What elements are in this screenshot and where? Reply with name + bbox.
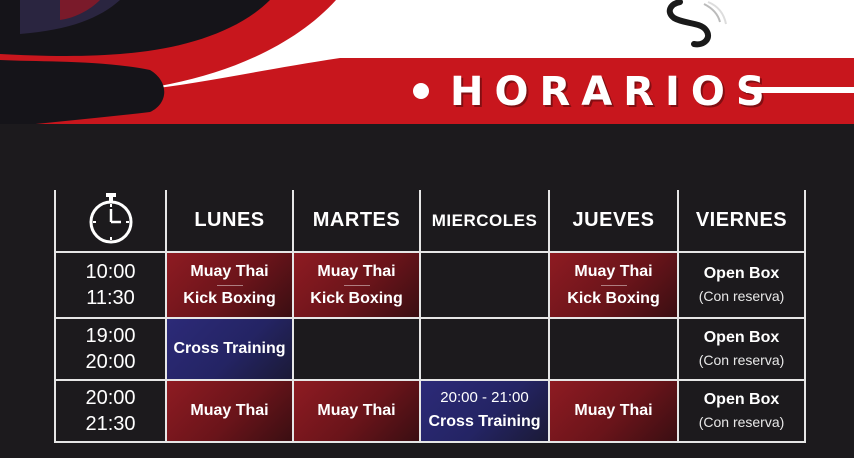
class-note: (Con reserva) bbox=[698, 288, 785, 304]
table-row: 10:00 11:30 Muay Thai Kick Boxing Muay T… bbox=[54, 251, 806, 319]
class-name: Open Box bbox=[703, 265, 780, 282]
class-cell-martes-3: Muay Thai bbox=[292, 379, 421, 443]
class-cell-lunes-1: Muay Thai Kick Boxing bbox=[165, 251, 294, 319]
class-time: 20:00 - 21:00 bbox=[440, 389, 529, 406]
time-slot-cell: 20:00 21:30 bbox=[54, 379, 167, 443]
table-row: 20:00 21:30 Muay Thai Muay Thai 20:00 - … bbox=[54, 379, 806, 443]
class-name: Muay Thai bbox=[574, 262, 653, 280]
slot-start: 10:00 bbox=[85, 261, 136, 283]
empty-cell bbox=[419, 317, 550, 381]
class-cell-jueves-3: Muay Thai bbox=[548, 379, 679, 443]
class-cell-viernes-3: Open Box (Con reserva) bbox=[677, 379, 806, 443]
day-header-miercoles: MIERCOLES bbox=[419, 190, 550, 253]
schedule-table: LUNES MARTES MIERCOLES JUEVES VIERNES 10… bbox=[54, 190, 806, 443]
table-header-row: LUNES MARTES MIERCOLES JUEVES VIERNES bbox=[54, 190, 806, 253]
brand-logo bbox=[666, 0, 727, 48]
slot-end: 20:00 bbox=[85, 351, 136, 373]
empty-cell bbox=[419, 251, 550, 319]
day-header-jueves: JUEVES bbox=[548, 190, 679, 253]
slot-start: 20:00 bbox=[85, 387, 136, 409]
class-name: Open Box bbox=[703, 391, 780, 408]
class-cell-jueves-1: Muay Thai Kick Boxing bbox=[548, 251, 679, 319]
day-header-martes: MARTES bbox=[292, 190, 421, 253]
page-title: HORARIOS bbox=[450, 69, 776, 115]
day-header-lunes: LUNES bbox=[165, 190, 294, 253]
class-name: Cross Training bbox=[173, 340, 286, 357]
class-cell-lunes-3: Muay Thai bbox=[165, 379, 294, 443]
title-underline-bar bbox=[746, 87, 854, 93]
slot-end: 21:30 bbox=[85, 413, 136, 435]
day-header-viernes: VIERNES bbox=[677, 190, 806, 253]
class-name: Muay Thai bbox=[317, 262, 396, 280]
class-note: (Con reserva) bbox=[698, 352, 785, 368]
class-name: Cross Training bbox=[428, 413, 541, 430]
title-bullet bbox=[413, 83, 429, 99]
class-name: Kick Boxing bbox=[183, 289, 276, 307]
class-cell-viernes-1: Open Box (Con reserva) bbox=[677, 251, 806, 319]
class-name: Muay Thai bbox=[574, 402, 653, 419]
slot-start: 19:00 bbox=[85, 325, 136, 347]
class-cell-martes-1: Muay Thai Kick Boxing bbox=[292, 251, 421, 319]
class-name: Kick Boxing bbox=[567, 289, 660, 307]
class-name: Open Box bbox=[703, 329, 780, 346]
class-cell-viernes-2: Open Box (Con reserva) bbox=[677, 317, 806, 381]
class-cell-lunes-2: Cross Training bbox=[165, 317, 294, 381]
class-note: (Con reserva) bbox=[698, 414, 785, 430]
clock-header-cell bbox=[54, 190, 167, 253]
class-name: Kick Boxing bbox=[310, 289, 403, 307]
empty-cell bbox=[292, 317, 421, 381]
time-slot-cell: 10:00 11:30 bbox=[54, 251, 167, 319]
class-name: Muay Thai bbox=[190, 402, 269, 419]
stopwatch-icon bbox=[89, 193, 132, 244]
time-slot-cell: 19:00 20:00 bbox=[54, 317, 167, 381]
table-row: 19:00 20:00 Cross Training Open Box (Con… bbox=[54, 317, 806, 381]
slot-end: 11:30 bbox=[86, 287, 135, 309]
empty-cell bbox=[548, 317, 679, 381]
class-cell-miercoles-3: 20:00 - 21:00 Cross Training bbox=[419, 379, 550, 443]
class-name: Muay Thai bbox=[190, 262, 269, 280]
class-name: Muay Thai bbox=[317, 402, 396, 419]
